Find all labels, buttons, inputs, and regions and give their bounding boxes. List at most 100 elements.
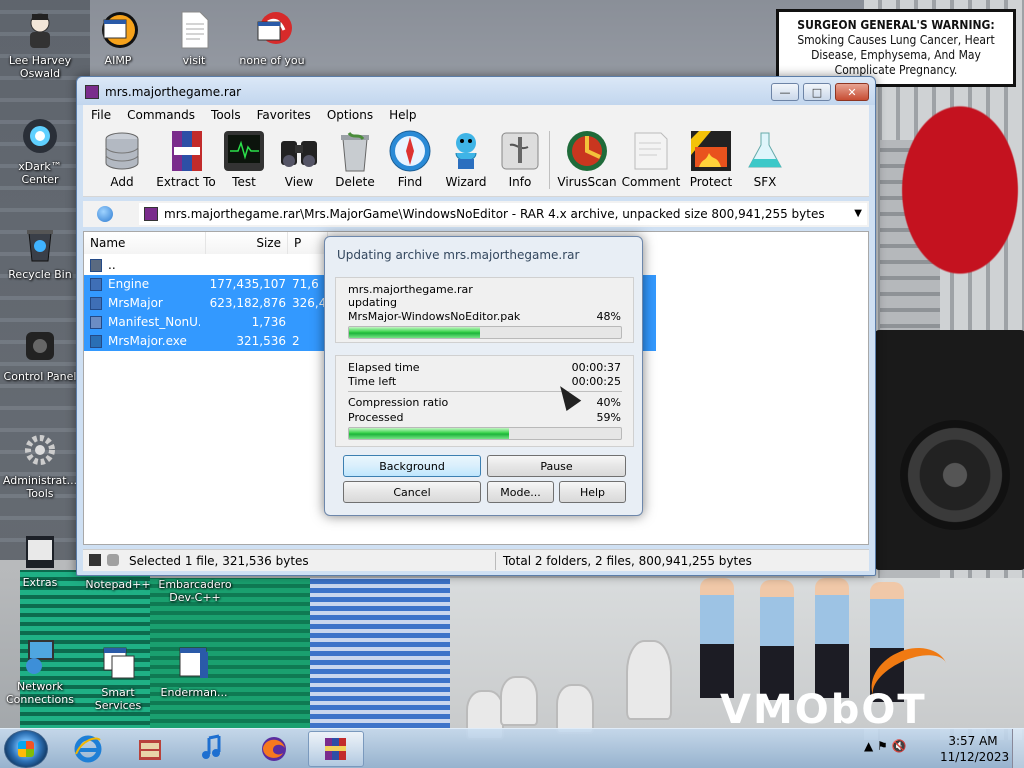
minimize-button[interactable]: —	[771, 83, 799, 101]
file-progress-fill	[349, 327, 480, 338]
help-button[interactable]: Help	[559, 481, 626, 503]
desktop-icon-aimp[interactable]: AIMP	[78, 8, 158, 67]
total-progress-bar	[348, 427, 622, 440]
processed-value: 59%	[596, 411, 621, 424]
file-cabinet-icon	[139, 740, 161, 760]
desktop-icon-label: Administrat... Tools	[2, 474, 78, 500]
maximize-button[interactable]: □	[803, 83, 831, 101]
person-icon	[18, 8, 62, 52]
toolbar-find-button[interactable]: Find	[380, 129, 440, 189]
pause-button[interactable]: Pause	[487, 455, 626, 477]
shortcut-icon	[172, 640, 216, 684]
folder-icon	[90, 297, 102, 310]
desktop-icon-label: Lee Harvey Oswald	[8, 54, 72, 80]
toolbar-test-button[interactable]: Test	[214, 129, 274, 189]
toolbar-label: Test	[232, 175, 256, 189]
file-name: Engine	[108, 277, 150, 291]
taskbar-firefox[interactable]	[246, 731, 302, 767]
menu-favorites[interactable]: Favorites	[249, 105, 319, 125]
table-row[interactable]: ..	[84, 256, 324, 275]
menu-help[interactable]: Help	[381, 105, 424, 125]
winrar-icon	[325, 738, 346, 760]
column-header-name[interactable]: Name	[84, 232, 206, 254]
toolbar-extract-to-button[interactable]: Extract To	[151, 129, 221, 189]
taskbar-winrar[interactable]	[308, 731, 364, 767]
file-progress-bar	[348, 326, 622, 339]
cancel-button[interactable]: Cancel	[343, 481, 481, 503]
toolbar-sfx-button[interactable]: SFX	[735, 129, 795, 189]
status-bar: Selected 1 file, 321,536 bytes Total 2 f…	[83, 549, 869, 571]
elapsed-value: 00:00:37	[571, 361, 621, 374]
path-field[interactable]: mrs.majorthegame.rar\Mrs.MajorGame\Windo…	[139, 203, 867, 225]
desktop-icon-administrative-tools[interactable]: Administrat... Tools	[0, 428, 80, 500]
column-header-size[interactable]: Size	[206, 232, 288, 254]
desktop-icon-none-of-you[interactable]: none of you	[232, 8, 312, 67]
desktop-icon-extras[interactable]: Extras	[0, 530, 80, 589]
background-button[interactable]: Background	[343, 455, 481, 477]
up-one-level-icon[interactable]	[97, 206, 113, 222]
background-red-figure	[870, 60, 1020, 320]
time-left-label: Time left	[348, 375, 397, 388]
menu-commands[interactable]: Commands	[119, 105, 203, 125]
background-toilet	[556, 684, 594, 734]
lock-icon	[107, 554, 119, 566]
music-note-icon	[202, 734, 221, 759]
close-button[interactable]: ✕	[835, 83, 869, 101]
background-stripes-2	[310, 578, 450, 728]
desktop-icon-recycle-bin[interactable]: Recycle Bin	[0, 222, 80, 281]
desktop-icon-visit[interactable]: visit	[154, 8, 234, 67]
toolbar-wizard-button[interactable]: Wizard	[436, 129, 496, 189]
desktop-icon-label: Extras	[22, 576, 58, 589]
background-toilet	[500, 676, 538, 726]
taskbar-internet-explorer[interactable]	[60, 731, 116, 767]
taskbar-music-player[interactable]	[184, 731, 240, 767]
desktop-icon-enderman[interactable]: Enderman...	[154, 640, 234, 699]
monitor-icon	[222, 129, 266, 173]
menu-file[interactable]: File	[83, 105, 119, 125]
file-name: MrsMajor.exe	[108, 334, 187, 348]
column-packed-label: P	[294, 236, 302, 250]
toolbar: Add Extract To Test View Delete Find Wiz…	[83, 125, 869, 197]
toolbar-add-button[interactable]: Add	[92, 129, 152, 189]
desktop-icon-smart-services[interactable]: Smart Services	[78, 640, 158, 712]
desktop-icon-control-panel[interactable]: Control Panel	[0, 324, 80, 383]
desktop-icon-xdark-center[interactable]: xDark™ Center	[0, 114, 80, 186]
archive-name: mrs.majorthegame.rar	[348, 283, 473, 296]
menu-tools[interactable]: Tools	[203, 105, 249, 125]
toolbar-view-button[interactable]: View	[269, 129, 329, 189]
toolbar-delete-button[interactable]: Delete	[325, 129, 385, 189]
time-left-value: 00:00:25	[571, 375, 621, 388]
winrar-app-icon	[85, 85, 99, 99]
background-figure	[815, 578, 849, 698]
file-size: 1,736	[251, 315, 286, 329]
toolbar-label: Extract To	[156, 175, 216, 189]
dialog-title: Updating archive mrs.majorthegame.rar	[337, 248, 580, 262]
start-button[interactable]	[4, 730, 48, 768]
toolbar-info-button[interactable]: Info	[490, 129, 550, 189]
recycle-bin-icon	[18, 222, 62, 266]
toolbar-protect-button[interactable]: Protect	[681, 129, 741, 189]
desktop-icon-label: Smart Services	[94, 686, 142, 712]
system-tray-icons[interactable]: ▲ ⚑ 🔇	[864, 739, 907, 753]
mode-button[interactable]: Mode...	[487, 481, 554, 503]
toolbar-virusscan-button[interactable]: VirusScan	[555, 129, 619, 189]
info-icon	[498, 129, 542, 173]
desktop-icon-lee-harvey-oswald[interactable]: Lee Harvey Oswald	[0, 8, 80, 80]
xdark-icon	[18, 114, 62, 158]
toolbar-label: Protect	[689, 175, 733, 189]
show-desktop-button[interactable]	[1012, 729, 1024, 768]
chevron-down-icon[interactable]: ▼	[854, 208, 862, 219]
taskbar-clock[interactable]: 3:57 AM 11/12/2023	[940, 733, 1010, 765]
clock-date: 11/12/2023	[940, 750, 1010, 764]
toolbar-label: View	[284, 175, 314, 189]
desktop-icon-label: visit	[182, 54, 206, 67]
file-size: 321,536	[236, 334, 286, 348]
desktop-icon-network-connections[interactable]: Network Connections	[0, 634, 80, 706]
column-header-packed[interactable]: P	[288, 232, 328, 254]
title-bar[interactable]: mrs.majorthegame.rar — □ ✕	[77, 77, 875, 105]
menu-options[interactable]: Options	[319, 105, 381, 125]
compass-icon	[388, 129, 432, 173]
toolbar-comment-button[interactable]: Comment	[619, 129, 683, 189]
services-icon	[96, 640, 140, 684]
taskbar-file-explorer[interactable]	[122, 731, 178, 767]
